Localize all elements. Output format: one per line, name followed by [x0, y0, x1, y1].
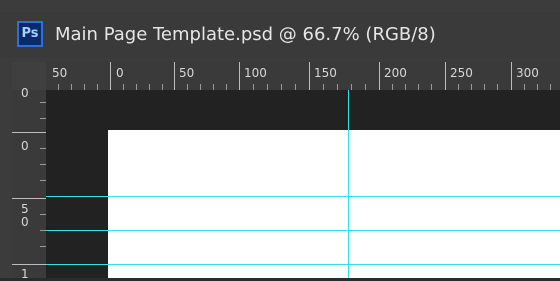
horizontal-guide[interactable]	[46, 196, 560, 197]
vertical-ruler[interactable]: 0 0 5 0 1	[12, 86, 47, 281]
document-title: Main Page Template.psd @ 66.7% (RGB/8)	[55, 24, 436, 45]
ruler-label: 0	[116, 66, 124, 80]
ruler-major-tick	[12, 264, 46, 265]
photoshop-window: Ps Main Page Template.psd @ 66.7% (RGB/8…	[0, 0, 560, 281]
ruler-label: 100	[244, 66, 267, 80]
horizontal-guide[interactable]	[46, 264, 560, 265]
ruler-label: 0	[21, 86, 29, 100]
ruler-label: 0	[21, 139, 29, 153]
ruler-label: 150	[314, 66, 337, 80]
ruler-major-tick	[174, 62, 175, 90]
ruler-label: 50	[179, 66, 195, 80]
ruler-origin-corner[interactable]	[12, 62, 47, 91]
ruler-major-tick	[12, 132, 46, 133]
ruler-label: 50	[52, 66, 68, 80]
ruler-label: 0	[21, 215, 29, 229]
ruler-major-tick	[110, 62, 111, 90]
ruler-label: 200	[384, 66, 407, 80]
ruler-label: 300	[516, 66, 539, 80]
vertical-guide[interactable]	[348, 90, 349, 278]
horizontal-ruler[interactable]: 50 0 50 100 150 200 250 300	[46, 62, 560, 91]
ruler-label: 5	[21, 202, 29, 216]
ruler-label: 250	[450, 66, 473, 80]
document-canvas[interactable]	[108, 130, 560, 278]
ruler-label: 1	[21, 267, 29, 281]
ruler-major-tick	[239, 62, 240, 90]
photoshop-icon: Ps	[17, 21, 43, 47]
ruler-major-tick	[445, 62, 446, 90]
ruler-major-tick	[379, 62, 380, 90]
ruler-major-tick	[511, 62, 512, 90]
ruler-major-tick	[309, 62, 310, 90]
document-tab[interactable]: Ps Main Page Template.psd @ 66.7% (RGB/8…	[0, 12, 560, 58]
horizontal-guide[interactable]	[46, 230, 560, 231]
ruler-major-tick	[12, 198, 46, 199]
